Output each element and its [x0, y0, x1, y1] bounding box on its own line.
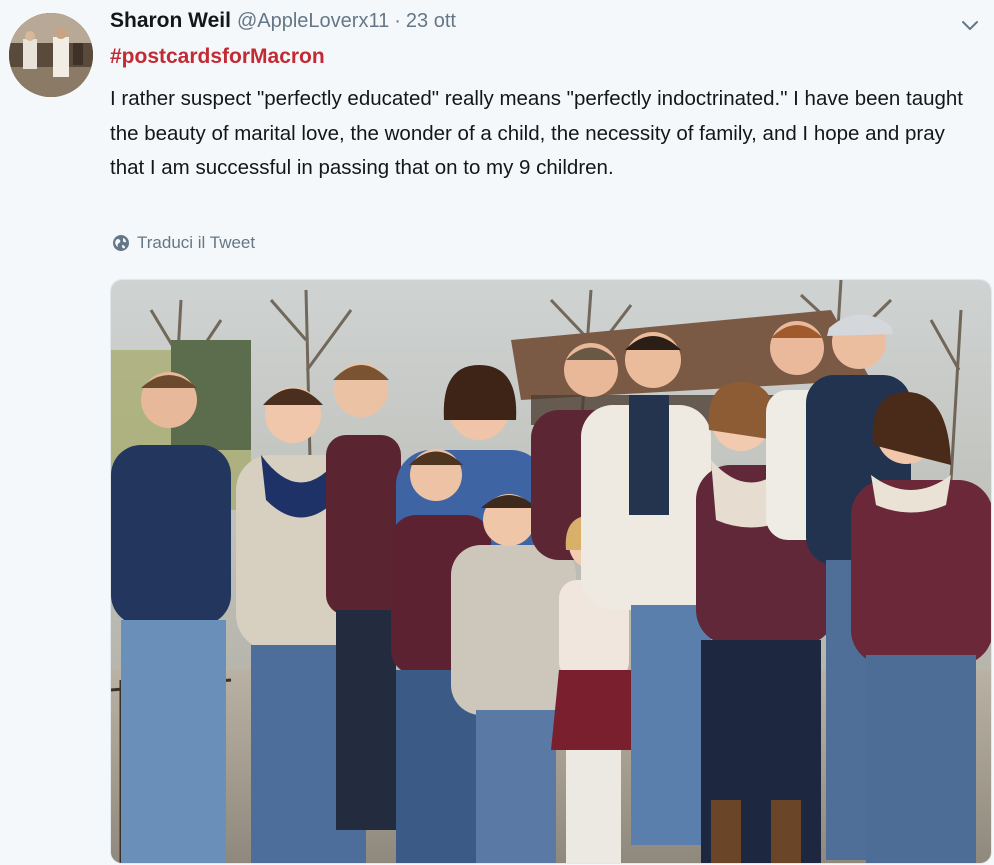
family-photo-image: [111, 280, 991, 863]
tweet-timestamp[interactable]: 23 ott: [406, 10, 456, 33]
tweet: Sharon Weil @AppleLoverx11 · 23 ott #pos…: [0, 0, 994, 865]
header-separator: ·: [394, 10, 401, 32]
tweet-header: Sharon Weil @AppleLoverx11 · 23 ott: [110, 9, 456, 39]
author-display-name[interactable]: Sharon Weil: [110, 9, 231, 33]
globe-icon: [113, 235, 129, 251]
tweet-photo[interactable]: [110, 279, 992, 864]
chevron-down-icon[interactable]: [960, 18, 980, 32]
translate-label: Traduci il Tweet: [137, 233, 256, 252]
translate-tweet-link[interactable]: Traduci il Tweet: [112, 233, 255, 253]
avatar[interactable]: [9, 13, 93, 97]
tweet-text: I rather suspect "perfectly educated" re…: [110, 87, 964, 179]
author-handle[interactable]: @AppleLoverx11: [237, 10, 389, 33]
hashtag-link[interactable]: #postcardsforMacron: [110, 45, 325, 69]
